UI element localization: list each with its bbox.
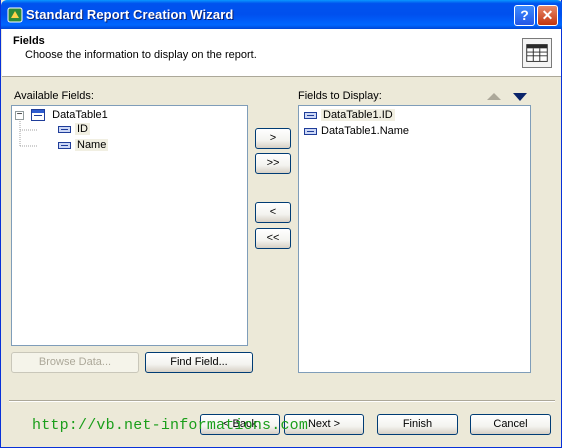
report-table-icon (522, 38, 552, 68)
remove-all-fields-button[interactable]: << (255, 228, 291, 249)
finish-button[interactable]: Finish (377, 414, 458, 435)
available-fields-tree[interactable]: − DataTable1 ID Name (11, 105, 248, 346)
page-subtitle: Choose the information to display on the… (25, 49, 257, 61)
add-all-fields-button[interactable]: >> (255, 153, 291, 174)
remove-field-button[interactable]: < (255, 202, 291, 223)
wizard-header: Fields Choose the information to display… (2, 29, 561, 77)
window-title: Standard Report Creation Wizard (26, 7, 234, 22)
tree-node-id[interactable]: ID (58, 123, 90, 139)
tree-label-name: Name (75, 139, 109, 151)
move-down-icon[interactable] (513, 93, 527, 101)
tree-connector-lines (19, 119, 37, 147)
app-icon (7, 7, 23, 23)
cancel-button[interactable]: Cancel (470, 414, 551, 435)
field-icon (58, 125, 71, 133)
field-icon (304, 127, 317, 135)
wizard-window: Standard Report Creation Wizard ? ✕ Fiel… (0, 0, 562, 448)
display-field-label: DataTable1.ID (321, 109, 395, 121)
move-up-icon[interactable] (487, 93, 501, 100)
fields-to-display-label: Fields to Display: (298, 90, 382, 102)
help-button[interactable]: ? (514, 5, 535, 26)
tree-node-name[interactable]: Name (58, 139, 109, 155)
fields-to-display-list[interactable]: DataTable1.ID DataTable1.Name (298, 105, 531, 373)
page-title: Fields (13, 35, 45, 47)
field-icon (58, 141, 71, 149)
tree-label-id: ID (75, 123, 90, 135)
find-field-button[interactable]: Find Field... (145, 352, 253, 373)
field-icon (304, 111, 317, 119)
watermark-text: http://vb.net-informations.com (32, 417, 309, 434)
title-bar[interactable]: Standard Report Creation Wizard ? ✕ (1, 0, 562, 29)
display-field-label: DataTable1.Name (321, 125, 410, 137)
list-item[interactable]: DataTable1.ID (304, 109, 395, 125)
available-fields-label: Available Fields: (14, 90, 94, 102)
close-button[interactable]: ✕ (537, 5, 558, 26)
add-field-button[interactable]: > (255, 128, 291, 149)
browse-data-button[interactable]: Browse Data... (11, 352, 139, 373)
bottom-divider (9, 400, 555, 402)
tree-label-datatable1: DataTable1 (52, 109, 108, 121)
list-item[interactable]: DataTable1.Name (304, 125, 409, 141)
